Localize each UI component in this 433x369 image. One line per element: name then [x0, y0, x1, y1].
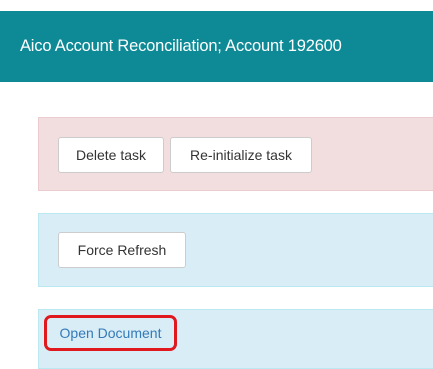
document-panel: Open Document — [38, 309, 433, 369]
reinitialize-task-button[interactable]: Re-initialize task — [170, 137, 312, 173]
open-document-link[interactable]: Open Document — [44, 315, 177, 351]
page-title: Aico Account Reconciliation; Account 192… — [20, 37, 342, 55]
top-strip — [0, 0, 433, 11]
danger-actions-panel: Delete task Re-initialize task — [38, 117, 433, 191]
refresh-panel: Force Refresh — [38, 213, 433, 287]
page-header: Aico Account Reconciliation; Account 192… — [0, 11, 433, 82]
force-refresh-button[interactable]: Force Refresh — [58, 232, 186, 268]
delete-task-button[interactable]: Delete task — [58, 137, 164, 173]
